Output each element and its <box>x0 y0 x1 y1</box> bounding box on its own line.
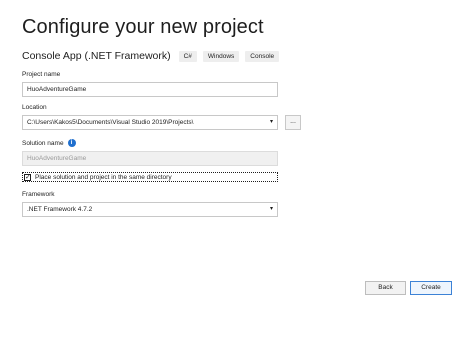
create-button[interactable]: Create <box>410 281 452 295</box>
back-button[interactable]: Back <box>365 281 406 295</box>
tag-windows: Windows <box>202 50 240 62</box>
template-name: Console App (.NET Framework) <box>22 50 171 62</box>
location-label: Location <box>22 104 47 111</box>
solution-name-label-text: Solution name <box>22 139 64 147</box>
project-name-label: Project name <box>22 71 61 78</box>
background-area <box>0 316 474 353</box>
solution-name-input: HuoAdventureGame <box>22 151 278 166</box>
framework-label: Framework <box>22 191 55 198</box>
solution-name-label: Solution name i <box>22 139 76 147</box>
same-directory-checkbox[interactable]: ✓ <box>24 173 31 181</box>
project-name-input[interactable]: HuoAdventureGame <box>22 82 278 97</box>
chevron-down-icon[interactable]: ▾ <box>270 203 273 216</box>
tag-console: Console <box>245 50 280 62</box>
same-directory-label: Place solution and project in the same d… <box>35 173 172 181</box>
chevron-down-icon[interactable]: ▾ <box>270 116 273 129</box>
tag-csharp: C# <box>178 50 197 62</box>
framework-select[interactable]: .NET Framework 4.7.2 ▾ <box>22 202 278 217</box>
info-icon[interactable]: i <box>67 139 76 147</box>
location-input[interactable]: C:\Users\Kakos5\Documents\Visual Studio … <box>22 115 278 130</box>
same-directory-option[interactable]: ✓ Place solution and project in the same… <box>22 172 278 182</box>
location-value: C:\Users\Kakos5\Documents\Visual Studio … <box>27 119 194 126</box>
configure-project-dialog: Configure your new project Console App (… <box>0 0 474 317</box>
framework-value: .NET Framework 4.7.2 <box>27 206 93 213</box>
template-info: Console App (.NET Framework) C# Windows … <box>22 49 285 63</box>
page-title: Configure your new project <box>22 16 264 38</box>
browse-button[interactable]: ... <box>285 115 301 130</box>
